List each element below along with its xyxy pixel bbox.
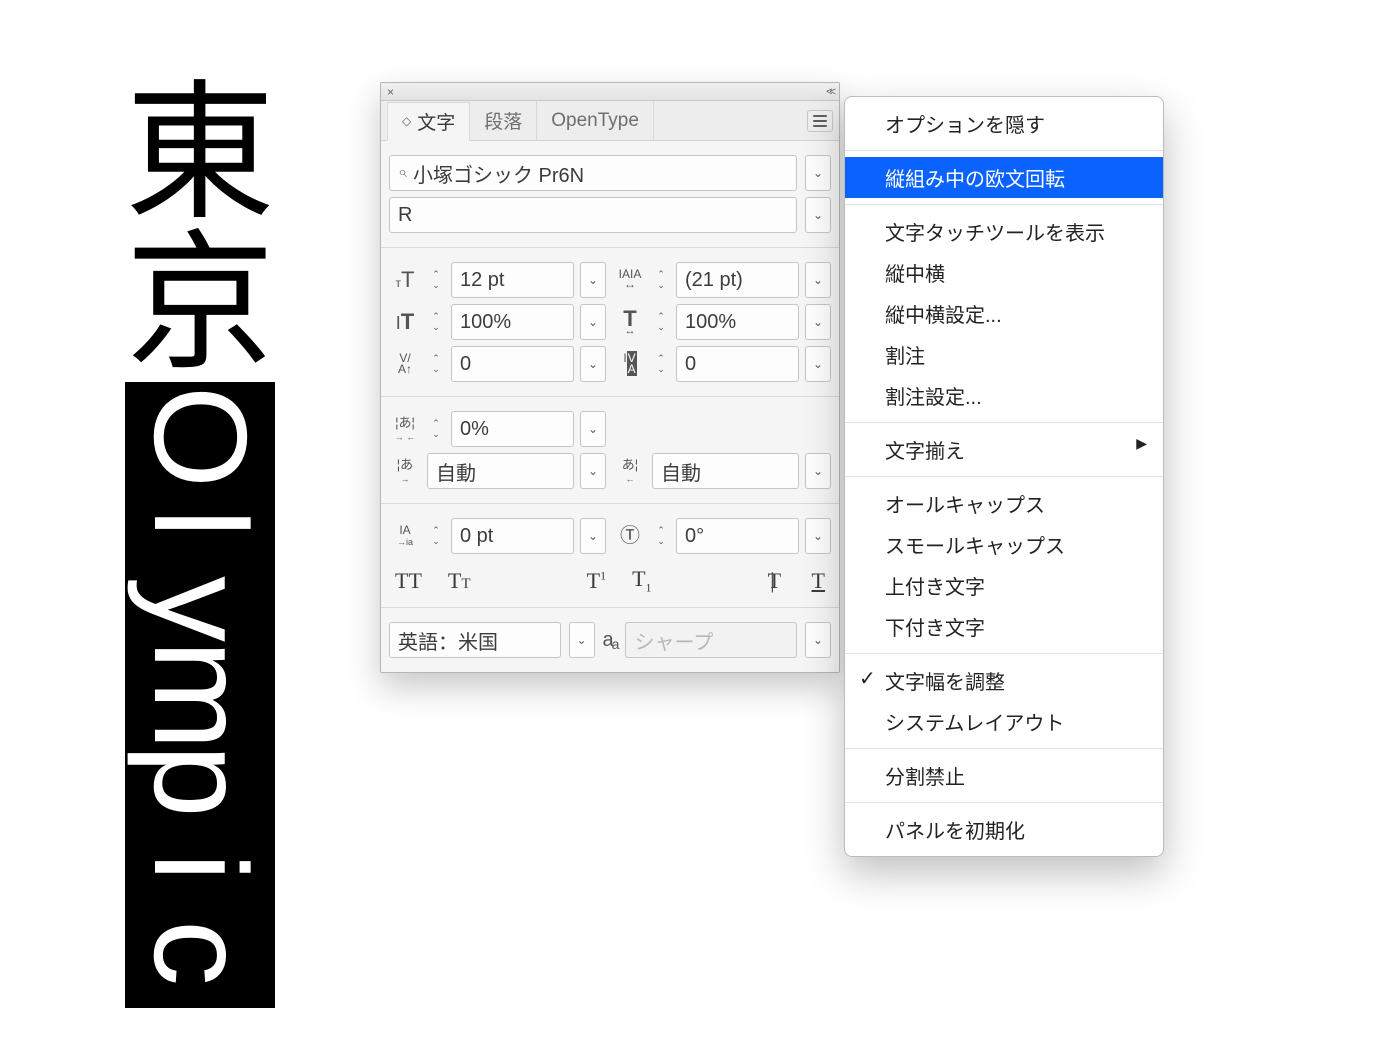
kerning-icon: V/A↑ (389, 353, 421, 375)
menu-separator (845, 748, 1163, 749)
kerning-field[interactable]: 0 (451, 346, 574, 382)
sort-icon: ◇ (402, 114, 411, 128)
rotation-field[interactable]: 0° (676, 518, 799, 554)
tsume-stepper[interactable]: ⌃⌄ (427, 411, 445, 447)
vertical-text-sample: 東 京 O l y m p i c (125, 78, 275, 1008)
rotation-dropdown[interactable]: ⌄ (805, 518, 831, 554)
font-size-stepper[interactable]: ⌃⌄ (427, 262, 445, 298)
tab-opentype[interactable]: OpenType (537, 101, 654, 140)
font-family-field[interactable]: ⌕ 小塚ゴシック Pr6N (389, 155, 797, 191)
language-dropdown[interactable]: ⌄ (569, 622, 595, 658)
kanji-glyph-1: 東 (125, 78, 275, 228)
kerning-stepper[interactable]: ⌃⌄ (427, 346, 445, 382)
antialias-dropdown[interactable]: ⌄ (805, 622, 831, 658)
panel-flyout-menu: オプションを隠す 縦組み中の欧文回転 文字タッチツールを表示 縦中横 縦中横設定… (844, 96, 1164, 857)
panel-titlebar[interactable]: × << (381, 83, 839, 101)
menu-warichu[interactable]: 割注 (845, 334, 1163, 375)
menu-small-caps[interactable]: スモールキャップス (845, 524, 1163, 565)
font-size-dropdown[interactable]: ⌄ (580, 262, 606, 298)
superscript-toggle[interactable]: T1 (587, 568, 606, 594)
aki-left-dropdown[interactable]: ⌄ (580, 453, 606, 489)
menu-superscript[interactable]: 上付き文字 (845, 565, 1163, 606)
font-size-field[interactable]: 12 pt (451, 262, 574, 298)
menu-tate-chu-yoko[interactable]: 縦中横 (845, 252, 1163, 293)
antialias-field: シャープ (625, 622, 797, 658)
leading-icon: IAIA↔ (614, 270, 646, 289)
tsume-field[interactable]: 0% (451, 411, 574, 447)
selected-roman-text: O l y m p i c (125, 382, 275, 1008)
all-caps-toggle[interactable]: TT (395, 568, 422, 594)
tsume-dropdown[interactable]: ⌄ (580, 411, 606, 447)
language-field[interactable]: 英語：米国 (389, 622, 561, 658)
font-style-field[interactable]: R (389, 197, 797, 233)
vertical-scale-icon: IT (389, 311, 421, 333)
menu-warichu-settings[interactable]: 割注設定... (845, 375, 1163, 416)
menu-separator (845, 802, 1163, 803)
tab-paragraph[interactable]: 段落 (470, 101, 537, 140)
aki-right-icon: あ¦← (614, 458, 646, 484)
menu-system-layout[interactable]: システムレイアウト (845, 701, 1163, 742)
character-panel: × << ◇ 文字 段落 OpenType ⌕ 小塚ゴシック Pr6N ⌄ R … (380, 82, 840, 673)
kerning-dropdown[interactable]: ⌄ (580, 346, 606, 382)
horizontal-scale-stepper[interactable]: ⌃⌄ (652, 304, 670, 340)
menu-separator (845, 150, 1163, 151)
font-family-dropdown[interactable]: ⌄ (805, 155, 831, 191)
menu-tate-chu-yoko-settings[interactable]: 縦中横設定... (845, 293, 1163, 334)
underline-toggle[interactable]: T (812, 568, 825, 594)
vertical-scale-stepper[interactable]: ⌃⌄ (427, 304, 445, 340)
search-icon: ⌕ (398, 164, 407, 182)
leading-stepper[interactable]: ⌃⌄ (652, 262, 670, 298)
menu-no-break[interactable]: 分割禁止 (845, 755, 1163, 796)
panel-menu-button[interactable] (807, 110, 833, 132)
kanji-glyph-2: 京 (125, 228, 275, 378)
tracking-dropdown[interactable]: ⌄ (805, 346, 831, 382)
aki-left-icon: ¦あ→ (389, 458, 421, 484)
menu-reset-panel[interactable]: パネルを初期化 (845, 809, 1163, 850)
leading-field[interactable]: (21 pt) (676, 262, 799, 298)
horizontal-scale-dropdown[interactable]: ⌄ (805, 304, 831, 340)
baseline-shift-icon: IA→ia (389, 525, 421, 547)
leading-dropdown[interactable]: ⌄ (805, 262, 831, 298)
tracking-icon: IV A (614, 353, 646, 375)
font-size-icon: тT (389, 269, 421, 291)
menu-hide-options[interactable]: オプションを隠す (845, 103, 1163, 144)
menu-character-alignment[interactable]: 文字揃え (845, 429, 1163, 470)
aki-left-field[interactable]: 自動 (427, 453, 574, 489)
strikethrough-toggle[interactable]: T| (768, 568, 786, 594)
baseline-shift-field[interactable]: 0 pt (451, 518, 574, 554)
menu-adjust-glyph-width[interactable]: 文字幅を調整 (845, 660, 1163, 701)
rotation-stepper[interactable]: ⌃⌄ (652, 518, 670, 554)
aki-right-dropdown[interactable]: ⌄ (805, 453, 831, 489)
baseline-shift-dropdown[interactable]: ⌄ (580, 518, 606, 554)
menu-show-touch-tool[interactable]: 文字タッチツールを表示 (845, 211, 1163, 252)
menu-separator (845, 422, 1163, 423)
collapse-icon[interactable]: << (826, 86, 833, 98)
menu-rotate-roman-in-vertical[interactable]: 縦組み中の欧文回転 (845, 157, 1163, 198)
aki-right-field[interactable]: 自動 (652, 453, 799, 489)
menu-separator (845, 653, 1163, 654)
tracking-field[interactable]: 0 (676, 346, 799, 382)
small-caps-toggle[interactable]: TT (448, 568, 471, 594)
menu-subscript[interactable]: 下付き文字 (845, 606, 1163, 647)
font-family-value: 小塚ゴシック Pr6N (413, 159, 584, 188)
vertical-scale-field[interactable]: 100% (451, 304, 574, 340)
vertical-scale-dropdown[interactable]: ⌄ (580, 304, 606, 340)
subscript-toggle[interactable]: T1 (632, 566, 651, 595)
rotation-icon: Ⓣ (614, 526, 646, 546)
close-icon[interactable]: × (387, 85, 394, 99)
tab-label: 文字 (417, 108, 455, 135)
baseline-shift-stepper[interactable]: ⌃⌄ (427, 518, 445, 554)
font-style-dropdown[interactable]: ⌄ (805, 197, 831, 233)
menu-separator (845, 476, 1163, 477)
tsume-icon: ¦あ¦→ ← (389, 416, 421, 442)
tab-character[interactable]: ◇ 文字 (387, 102, 470, 141)
horizontal-scale-icon: T↔ (614, 308, 646, 337)
tracking-stepper[interactable]: ⌃⌄ (652, 346, 670, 382)
roman-letter: c (157, 876, 243, 1026)
menu-separator (845, 204, 1163, 205)
menu-all-caps[interactable]: オールキャップス (845, 483, 1163, 524)
panel-tabs: ◇ 文字 段落 OpenType (381, 101, 839, 141)
antialias-icon: aa (603, 629, 618, 652)
horizontal-scale-field[interactable]: 100% (676, 304, 799, 340)
